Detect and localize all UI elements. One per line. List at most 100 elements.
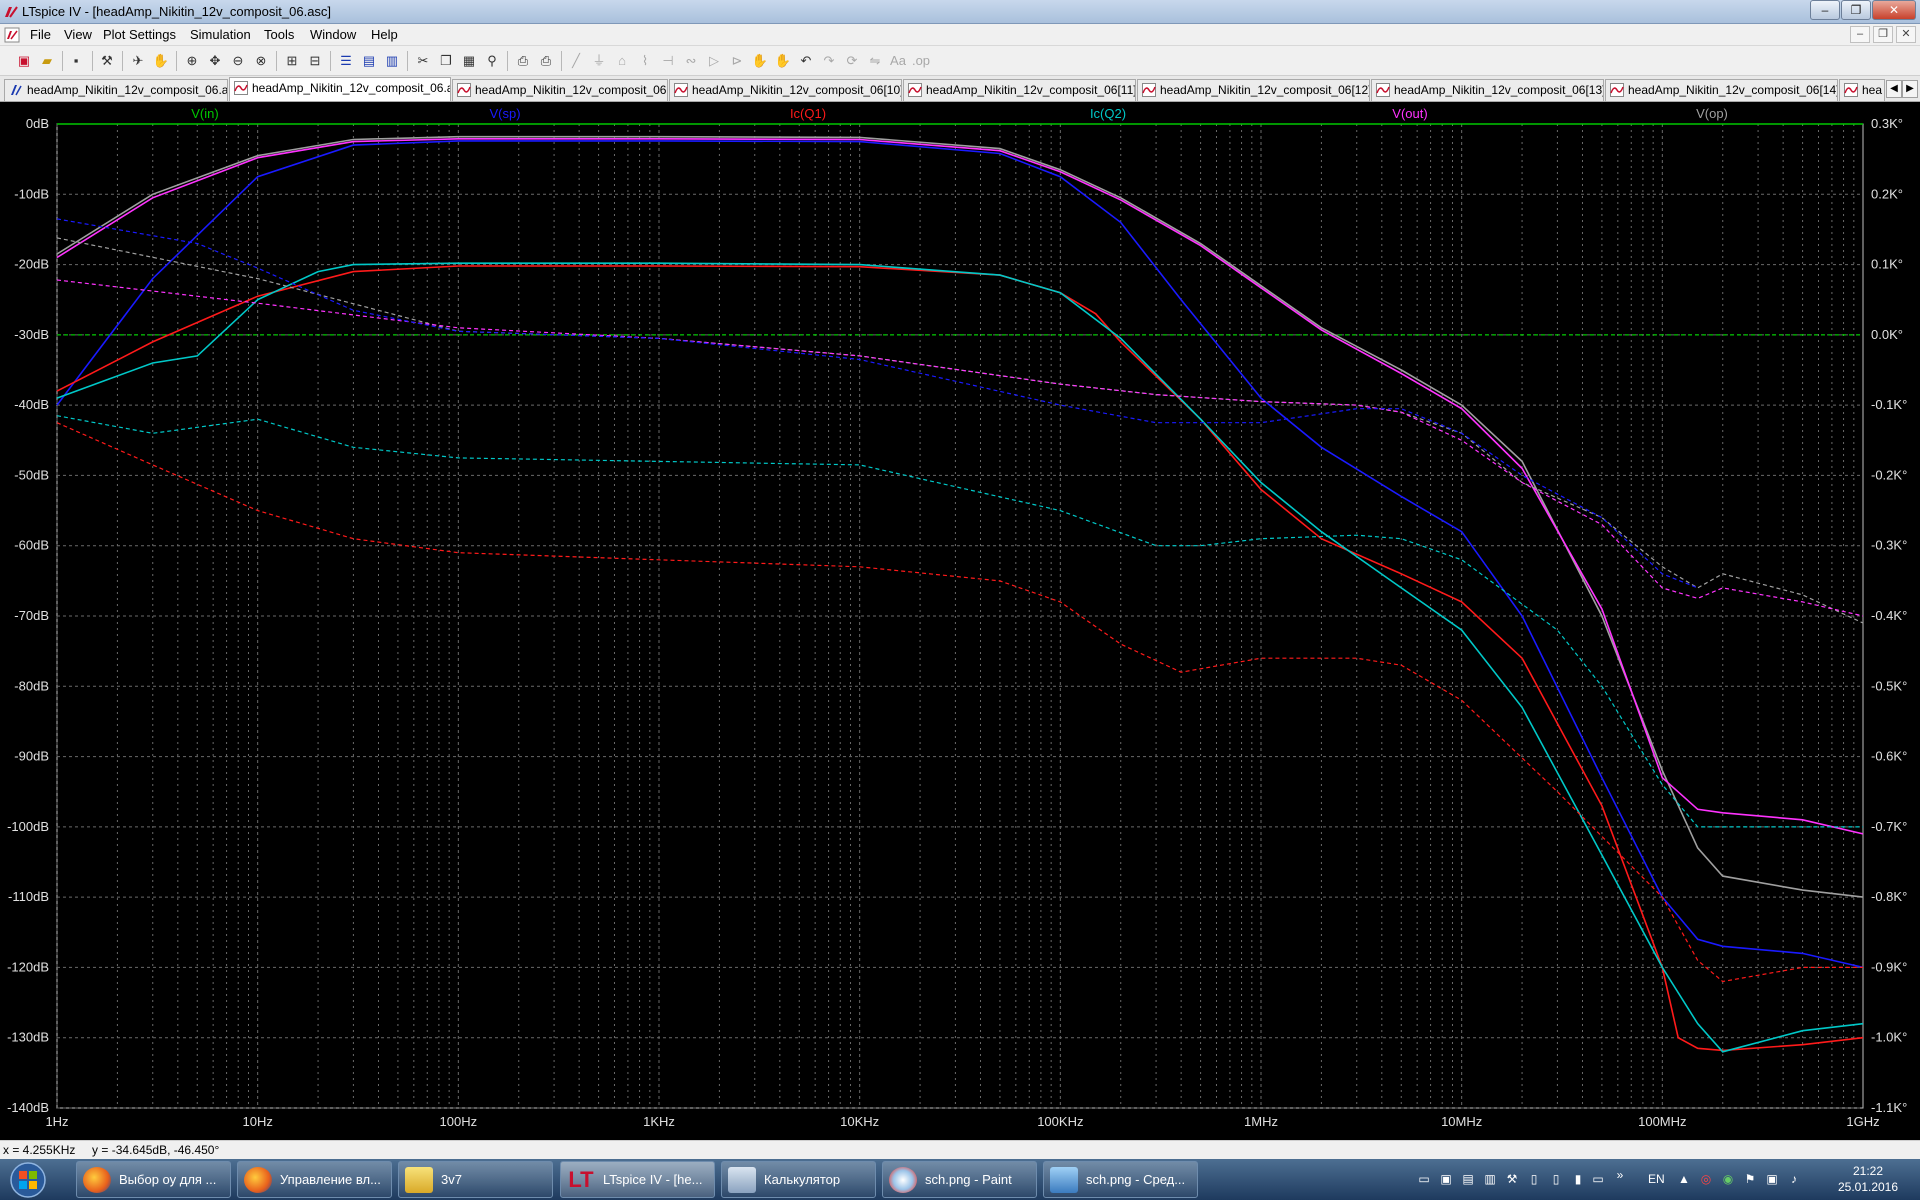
task-calculator[interactable]: Калькулятор: [721, 1161, 876, 1198]
menu-view[interactable]: View: [64, 27, 92, 42]
tray-tool-icon[interactable]: ⚒: [1504, 1171, 1520, 1187]
menu-tools[interactable]: Tools: [264, 27, 294, 42]
tab-fft-14[interactable]: headAmp_Nikitin_12v_composit_06[14].fft: [1605, 79, 1838, 101]
tray-window-icon[interactable]: ▥: [1482, 1171, 1498, 1187]
waveform-icon: [674, 83, 688, 97]
halt-hand-icon[interactable]: ✋: [151, 51, 171, 71]
drag-hand-icon[interactable]: ✋: [773, 51, 793, 71]
task-firefox-2[interactable]: Управление вл...: [237, 1161, 392, 1198]
rotate-icon[interactable]: ⟳: [842, 51, 862, 71]
tray-folder2-icon[interactable]: ▭: [1590, 1171, 1606, 1187]
tray-expand-icon[interactable]: »: [1612, 1167, 1628, 1183]
paste-icon[interactable]: ▦: [459, 51, 479, 71]
spice-directive-icon[interactable]: .op: [911, 51, 931, 71]
tray-flag-icon[interactable]: ⚑: [1742, 1171, 1758, 1187]
inductor-icon[interactable]: ∾: [681, 51, 701, 71]
y2-tick-label: -0.6K°: [1871, 749, 1907, 764]
diode-icon[interactable]: ▷: [704, 51, 724, 71]
tray-antivirus-icon[interactable]: ◎: [1698, 1171, 1714, 1187]
wire-icon[interactable]: ╱: [566, 51, 586, 71]
zoom-fit-icon[interactable]: ⊗: [251, 51, 271, 71]
open-folder-icon[interactable]: ▰: [37, 51, 57, 71]
tab-fft-10[interactable]: headAmp_Nikitin_12v_composit_06[10].fft: [669, 79, 902, 101]
tab-fft[interactable]: headAmp_Nikitin_12v_composit_06.fft: [452, 79, 668, 101]
control-panel-icon[interactable]: ⚒: [97, 51, 117, 71]
cascade-icon[interactable]: ▥: [382, 51, 402, 71]
tab-waveform-active[interactable]: headAmp_Nikitin_12v_composit_06.asc: [229, 77, 451, 101]
y2-tick-label: -0.1K°: [1871, 397, 1907, 412]
zoom-out-icon[interactable]: ⊖: [228, 51, 248, 71]
tray-app-icon[interactable]: ▮: [1570, 1171, 1586, 1187]
menu-window[interactable]: Window: [310, 27, 356, 42]
find-icon[interactable]: ⚲: [482, 51, 502, 71]
task-ltspice[interactable]: LT LTspice IV - [he...: [560, 1161, 715, 1198]
component-icon[interactable]: ⊳: [727, 51, 747, 71]
resistor-icon[interactable]: ⌇: [635, 51, 655, 71]
x-tick-label: 100MHz: [1638, 1114, 1686, 1129]
mdi-restore-button[interactable]: ❐: [1873, 26, 1893, 43]
waveform-plot-pane[interactable]: 0dB -10dB -20dB -30dB -40dB -50dB -60dB -70dB -8…: [0, 102, 1920, 1140]
tile-vertical-icon[interactable]: ▤: [359, 51, 379, 71]
tray-network-icon[interactable]: ▣: [1438, 1171, 1454, 1187]
tray-folder-icon[interactable]: ▭: [1416, 1171, 1432, 1187]
mdi-close-button[interactable]: ✕: [1896, 26, 1916, 43]
save-icon[interactable]: ▪: [66, 51, 86, 71]
move-hand-icon[interactable]: ✋: [750, 51, 770, 71]
print-icon[interactable]: ⎙: [536, 51, 556, 71]
pan-icon[interactable]: ✥: [205, 51, 225, 71]
cut-icon[interactable]: ✂: [413, 51, 433, 71]
tile-horizontal-icon[interactable]: ☰: [336, 51, 356, 71]
minimize-button[interactable]: –: [1810, 0, 1840, 20]
tray-trash-icon[interactable]: ▯: [1526, 1171, 1542, 1187]
tray-monitor-icon[interactable]: ▤: [1460, 1171, 1476, 1187]
menu-file[interactable]: File: [30, 27, 51, 42]
ground-icon[interactable]: ⏚: [589, 51, 609, 71]
redo-icon[interactable]: ↷: [819, 51, 839, 71]
task-folder[interactable]: 3v7: [398, 1161, 553, 1198]
label-net-icon[interactable]: ⌂: [612, 51, 632, 71]
new-schematic-icon[interactable]: ▣: [14, 51, 34, 71]
mirror-icon[interactable]: ⇋: [865, 51, 885, 71]
tabs-scroll-right-button[interactable]: ▶: [1902, 80, 1918, 98]
tray-shield-icon[interactable]: ◉: [1720, 1171, 1736, 1187]
tray-display-icon[interactable]: ▣: [1764, 1171, 1780, 1187]
undo-icon[interactable]: ↶: [796, 51, 816, 71]
document-menu-icon[interactable]: [4, 27, 20, 43]
tab-fft-13[interactable]: headAmp_Nikitin_12v_composit_06[13].fft: [1371, 79, 1604, 101]
text-icon[interactable]: Aa: [888, 51, 908, 71]
autorange-icon[interactable]: ⊞: [282, 51, 302, 71]
x-tick-label: 1Hz: [45, 1114, 68, 1129]
restore-button[interactable]: ❐: [1841, 0, 1871, 20]
tray-volume-icon[interactable]: ♪: [1786, 1171, 1802, 1187]
tabs-scroll-left-button[interactable]: ◀: [1886, 80, 1902, 98]
tab-truncated[interactable]: hea: [1839, 79, 1885, 101]
menu-simulation[interactable]: Simulation: [190, 27, 251, 42]
bode-plot-chart[interactable]: 0dB -10dB -20dB -30dB -40dB -50dB -60dB -70dB -8…: [0, 102, 1920, 1140]
capacitor-icon[interactable]: ⊣: [658, 51, 678, 71]
clock[interactable]: 21:22 25.01.2016: [1828, 1163, 1908, 1195]
start-button-icon[interactable]: [4, 1161, 52, 1199]
legend-entry: Ic(Q2): [1090, 106, 1126, 121]
copy-icon[interactable]: ❐: [436, 51, 456, 71]
run-simulation-icon[interactable]: ✈: [128, 51, 148, 71]
tray-arrow-up-icon[interactable]: ▲: [1676, 1171, 1692, 1187]
tray-doc-icon[interactable]: ▯: [1548, 1171, 1564, 1187]
tab-fft-12[interactable]: headAmp_Nikitin_12v_composit_06[12].fft: [1137, 79, 1370, 101]
waveform-icon: [1142, 83, 1156, 97]
grid-icon[interactable]: ⊟: [305, 51, 325, 71]
tab-fft-11[interactable]: headAmp_Nikitin_12v_composit_06[11].fft: [903, 79, 1136, 101]
language-indicator[interactable]: EN: [1648, 1172, 1665, 1186]
menu-plot-settings[interactable]: Plot Settings: [103, 27, 176, 42]
mdi-minimize-button[interactable]: –: [1850, 26, 1870, 43]
task-paint[interactable]: sch.png - Paint: [882, 1161, 1037, 1198]
waveform-icon: [457, 83, 471, 97]
zoom-in-icon[interactable]: ⊕: [182, 51, 202, 71]
windows-taskbar: Выбор оу для ... Управление вл... 3v7 LT…: [0, 1159, 1920, 1200]
close-button[interactable]: ✕: [1872, 0, 1916, 20]
menu-help[interactable]: Help: [371, 27, 398, 42]
y-tick-label: -50dB: [14, 467, 49, 482]
print-preview-icon[interactable]: ⎙: [513, 51, 533, 71]
task-image-viewer[interactable]: sch.png - Сред...: [1043, 1161, 1198, 1198]
tab-schematic[interactable]: headAmp_Nikitin_12v_composit_06.asc: [4, 79, 228, 101]
task-firefox-1[interactable]: Выбор оу для ...: [76, 1161, 231, 1198]
